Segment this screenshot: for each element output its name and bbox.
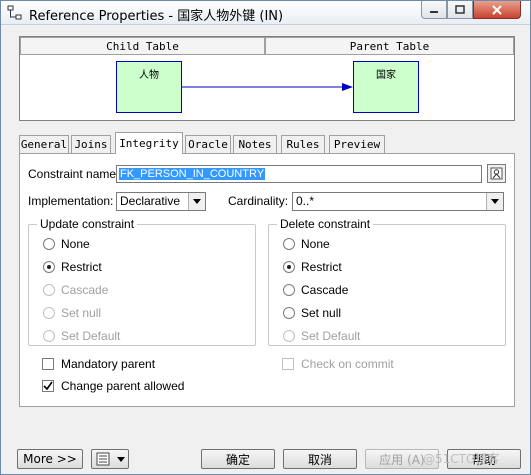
delete-none-option[interactable]: None (283, 236, 330, 252)
more-button[interactable]: More >> (17, 449, 83, 469)
update-set-null-option: Set null (43, 305, 101, 321)
radio-button (43, 284, 55, 296)
maximize-icon (455, 4, 465, 14)
delete-set-default-option: Set Default (283, 328, 360, 344)
cardinality-label: Cardinality: (228, 194, 289, 208)
title-bar: Reference Properties - 国家人物外键 (IN) (1, 1, 530, 25)
delete-constraint-group: Delete constraint None Restrict Cascade … (268, 217, 506, 346)
properties-icon (490, 167, 503, 180)
chevron-down-icon (188, 193, 205, 210)
delete-restrict-label: Restrict (301, 260, 342, 274)
check-on-commit-label: Check on commit (301, 357, 394, 371)
implementation-select[interactable]: Declarative (116, 192, 206, 211)
radio-button[interactable] (43, 238, 55, 250)
list-menu-button[interactable] (91, 449, 129, 469)
chevron-down-icon (116, 456, 125, 462)
implementation-value: Declarative (120, 194, 181, 208)
constraint-name-value: FK_PERSON_IN_COUNTRY (119, 168, 266, 180)
change-parent-allowed-label: Change parent allowed (61, 379, 185, 393)
cardinality-select[interactable]: 0..* (292, 192, 504, 211)
reference-icon (7, 5, 22, 20)
delete-constraint-title: Delete constraint (277, 217, 374, 231)
delete-cascade-label: Cascade (301, 283, 349, 297)
tab-notes[interactable]: Notes (233, 135, 277, 153)
maximize-button[interactable] (447, 1, 473, 19)
delete-cascade-option[interactable]: Cascade (283, 282, 348, 298)
update-none-label: None (61, 237, 90, 251)
checkbox-box[interactable] (42, 358, 54, 370)
delete-set-null-option[interactable]: Set null (283, 305, 341, 321)
constraint-properties-button[interactable] (487, 164, 506, 183)
delete-set-null-label: Set null (301, 306, 342, 320)
parent-table-header: Parent Table (265, 37, 514, 55)
tab-integrity[interactable]: Integrity (115, 132, 183, 154)
reference-arrow (182, 83, 353, 91)
radio-button (43, 307, 55, 319)
parent-entity[interactable]: 国家 (353, 61, 419, 113)
radio-button[interactable] (283, 238, 295, 250)
update-set-default-label: Set Default (61, 329, 121, 343)
checkbox-box (282, 358, 294, 370)
cancel-button[interactable]: 取消 (283, 449, 357, 469)
tab-preview[interactable]: Preview (329, 135, 385, 153)
update-none-option[interactable]: None (43, 236, 90, 252)
window-title: Reference Properties - 国家人物外键 (IN) (29, 9, 284, 24)
implementation-label: Implementation: (28, 194, 114, 208)
radio-button[interactable] (283, 284, 295, 296)
integrity-panel: Constraint name: FK_PERSON_IN_COUNTRY Im… (19, 153, 515, 407)
radio-button (43, 330, 55, 342)
diagram-header: Child Table Parent Table (20, 37, 514, 55)
tab-oracle[interactable]: Oracle (185, 135, 231, 153)
radio-button-checked[interactable] (283, 261, 295, 273)
cardinality-value: 0..* (296, 194, 315, 208)
delete-set-default-label: Set Default (301, 329, 361, 343)
mandatory-parent-checkbox[interactable]: Mandatory parent (42, 356, 155, 372)
close-icon (492, 4, 502, 15)
ok-button[interactable]: 确定 (201, 449, 275, 469)
update-cascade-option: Cascade (43, 282, 108, 298)
delete-restrict-option[interactable]: Restrict (283, 259, 342, 275)
tab-general[interactable]: General (19, 135, 69, 153)
update-set-null-label: Set null (61, 306, 102, 320)
child-table-header: Child Table (20, 37, 266, 55)
child-entity[interactable]: 人物 (116, 61, 182, 113)
radio-button (283, 330, 295, 342)
close-button[interactable] (473, 1, 521, 19)
constraint-name-label: Constraint name: (28, 167, 120, 181)
constraint-name-input[interactable]: FK_PERSON_IN_COUNTRY (116, 165, 482, 183)
update-set-default-option: Set Default (43, 328, 120, 344)
delete-none-label: None (301, 237, 330, 251)
minimize-button[interactable] (421, 1, 447, 19)
radio-button-checked[interactable] (43, 261, 55, 273)
checkbox-checked[interactable] (42, 380, 54, 392)
radio-button[interactable] (283, 307, 295, 319)
reference-diagram: Child Table Parent Table 人物 国家 (19, 36, 515, 121)
tab-joins[interactable]: Joins (71, 135, 111, 153)
update-restrict-option[interactable]: Restrict (43, 259, 102, 275)
mandatory-parent-label: Mandatory parent (61, 357, 156, 371)
check-on-commit-checkbox: Check on commit (282, 356, 394, 372)
chevron-down-icon (486, 193, 503, 210)
change-parent-allowed-checkbox[interactable]: Change parent allowed (42, 378, 184, 394)
update-constraint-title: Update constraint (37, 217, 138, 231)
update-cascade-label: Cascade (61, 283, 109, 297)
checkmark-icon (43, 381, 53, 391)
update-constraint-group: Update constraint None Restrict Cascade … (28, 217, 256, 346)
update-restrict-label: Restrict (61, 260, 102, 274)
list-icon (96, 452, 109, 466)
tab-rules[interactable]: Rules (281, 135, 325, 153)
reference-properties-window: Reference Properties - 国家人物外键 (IN) Child… (0, 0, 531, 475)
watermark-text: @51CTO博客 (423, 452, 500, 466)
minimize-icon (430, 10, 438, 13)
